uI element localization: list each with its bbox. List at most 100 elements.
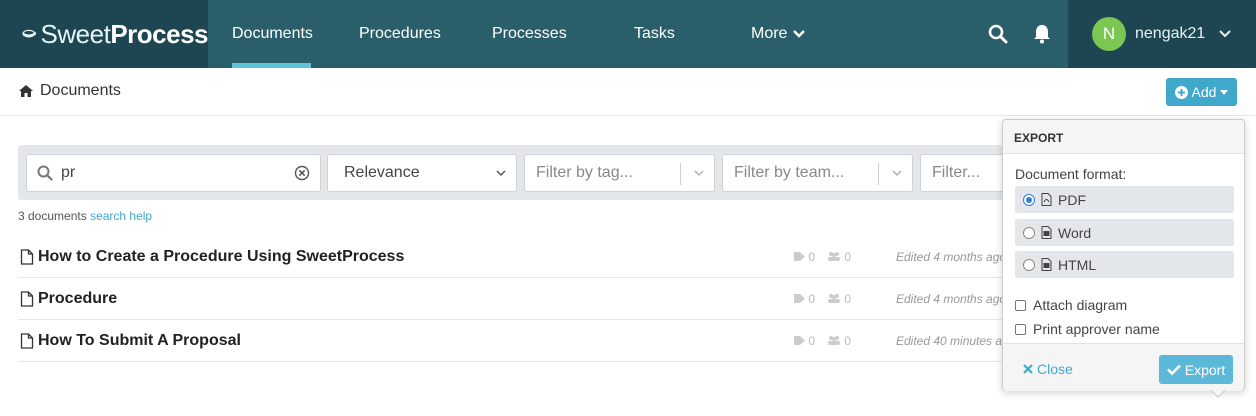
team-filter-separator bbox=[878, 163, 879, 185]
team-filter-placeholder: Filter by team... bbox=[734, 164, 845, 181]
caret-down-icon bbox=[1220, 89, 1229, 95]
document-title-text: How To Submit A Proposal bbox=[38, 332, 241, 349]
search-help-link[interactable]: search help bbox=[90, 209, 152, 223]
result-count: 3 documents search help bbox=[18, 209, 152, 223]
user-menu[interactable]: N nengak21 bbox=[1068, 0, 1256, 68]
username: nengak21 bbox=[1135, 25, 1206, 42]
nav-tasks[interactable]: Tasks bbox=[634, 0, 675, 68]
nav-more[interactable]: More bbox=[751, 0, 806, 68]
print-approver-checkbox[interactable] bbox=[1015, 323, 1026, 335]
print-approver-label: Print approver name bbox=[1033, 321, 1160, 337]
breadcrumb: Documents bbox=[18, 82, 121, 100]
header-divider bbox=[0, 115, 1256, 116]
brand-name-bold: Process bbox=[110, 18, 208, 49]
team-count: 0 bbox=[827, 250, 851, 264]
add-button-label: Add bbox=[1191, 84, 1217, 100]
format-option-pdf[interactable]: PDF bbox=[1015, 186, 1234, 213]
radio-word[interactable] bbox=[1023, 226, 1035, 239]
document-meta: 0 0 bbox=[794, 250, 851, 264]
document-meta: 0 0 bbox=[794, 334, 851, 348]
attach-diagram-label: Attach diagram bbox=[1033, 297, 1128, 313]
file-icon bbox=[20, 291, 34, 307]
attach-diagram-checkbox[interactable] bbox=[1015, 299, 1026, 311]
chevron-down-icon bbox=[496, 170, 506, 177]
page-title: Documents bbox=[40, 82, 121, 99]
nav-processes-label: Processes bbox=[492, 25, 567, 42]
close-button-label: Close bbox=[1037, 361, 1073, 377]
search-input[interactable]: pr bbox=[26, 154, 321, 192]
word-file-icon bbox=[1041, 226, 1052, 239]
tag-filter-separator bbox=[680, 163, 681, 185]
tag-count: 0 bbox=[794, 250, 815, 264]
avatar: N bbox=[1092, 17, 1126, 51]
attach-diagram-option[interactable]: Attach diagram bbox=[1015, 297, 1127, 313]
document-title[interactable]: How To Submit A Proposal bbox=[20, 332, 241, 350]
document-title-text: How to Create a Procedure Using SweetPro… bbox=[38, 248, 405, 265]
bell-icon[interactable] bbox=[1033, 24, 1051, 44]
edited-time: Edited 4 months ago bbox=[896, 292, 1004, 306]
close-button[interactable]: Close bbox=[1023, 361, 1073, 377]
nav-procedures[interactable]: Procedures bbox=[359, 0, 441, 68]
document-title[interactable]: Procedure bbox=[20, 290, 117, 308]
sort-select[interactable]: Relevance bbox=[327, 154, 517, 192]
users-icon bbox=[828, 294, 841, 303]
file-icon bbox=[20, 333, 34, 349]
users-icon bbox=[828, 336, 841, 345]
document-meta: 0 0 bbox=[794, 292, 851, 306]
tag-icon bbox=[794, 252, 805, 261]
team-count-value: 0 bbox=[844, 334, 852, 348]
document-title-text: Procedure bbox=[38, 290, 118, 307]
edited-time: Edited 4 months ago bbox=[896, 250, 1004, 264]
radio-html[interactable] bbox=[1023, 258, 1035, 271]
check-icon bbox=[1166, 364, 1181, 375]
radio-pdf[interactable] bbox=[1023, 193, 1035, 206]
teacup-logo-icon bbox=[22, 29, 37, 38]
team-filter[interactable]: Filter by team... bbox=[722, 154, 913, 192]
add-button[interactable]: Add bbox=[1166, 78, 1237, 106]
format-option-html[interactable]: HTML bbox=[1015, 251, 1234, 278]
team-count-value: 0 bbox=[844, 292, 852, 306]
brand-name-light: Sweet bbox=[40, 18, 111, 49]
tag-count-value: 0 bbox=[808, 292, 816, 306]
html-file-icon bbox=[1041, 258, 1052, 271]
brand-logo[interactable]: SweetProcess bbox=[0, 0, 208, 68]
nav-tasks-label: Tasks bbox=[634, 25, 675, 42]
export-button-label: Export bbox=[1184, 361, 1226, 378]
close-icon bbox=[1023, 364, 1033, 374]
filter-bar: pr Relevance Filter by tag... Filter by … bbox=[18, 145, 1018, 200]
chevron-down-icon bbox=[1219, 30, 1232, 38]
nav-procedures-label: Procedures bbox=[359, 25, 441, 42]
home-icon bbox=[19, 85, 33, 97]
format-option-word[interactable]: Word bbox=[1015, 219, 1234, 246]
document-format-label: Document format: bbox=[1015, 166, 1127, 182]
tag-filter-placeholder: Filter by tag... bbox=[536, 164, 633, 181]
edited-time: Edited 40 minutes ago bbox=[896, 334, 1004, 348]
tag-count-value: 0 bbox=[808, 334, 816, 348]
nav-documents-label: Documents bbox=[232, 25, 313, 42]
other-filter[interactable]: Filter... bbox=[920, 154, 1015, 192]
table-row[interactable]: How to Create a Procedure Using SweetPro… bbox=[18, 236, 1018, 278]
pdf-file-icon bbox=[1041, 193, 1052, 206]
print-approver-option[interactable]: Print approver name bbox=[1015, 321, 1160, 337]
tag-count: 0 bbox=[794, 292, 815, 306]
export-popover-header: EXPORT bbox=[1003, 120, 1244, 154]
clear-icon[interactable] bbox=[294, 165, 310, 181]
chevron-down-icon bbox=[694, 170, 704, 176]
nav-processes[interactable]: Processes bbox=[492, 0, 567, 68]
file-icon bbox=[20, 249, 34, 265]
format-html-label: HTML bbox=[1058, 256, 1097, 273]
export-button[interactable]: Export bbox=[1159, 355, 1233, 384]
search-icon[interactable] bbox=[988, 24, 1008, 44]
table-row[interactable]: How To Submit A Proposal 0 0 Edited 40 m… bbox=[18, 320, 1018, 362]
nav-documents[interactable]: Documents bbox=[232, 0, 313, 68]
document-title[interactable]: How to Create a Procedure Using SweetPro… bbox=[20, 248, 404, 266]
export-popover-footer: Close Export bbox=[1003, 343, 1244, 391]
brand-name: SweetProcess bbox=[40, 18, 209, 50]
tag-count: 0 bbox=[794, 334, 815, 348]
team-count-value: 0 bbox=[844, 250, 852, 264]
tag-filter[interactable]: Filter by tag... bbox=[524, 154, 715, 192]
chevron-down-icon bbox=[892, 170, 902, 176]
result-count-text: 3 documents bbox=[18, 209, 87, 223]
format-pdf-label: PDF bbox=[1058, 191, 1086, 208]
table-row[interactable]: Procedure 0 0 Edited 4 months ago bbox=[18, 278, 1018, 320]
